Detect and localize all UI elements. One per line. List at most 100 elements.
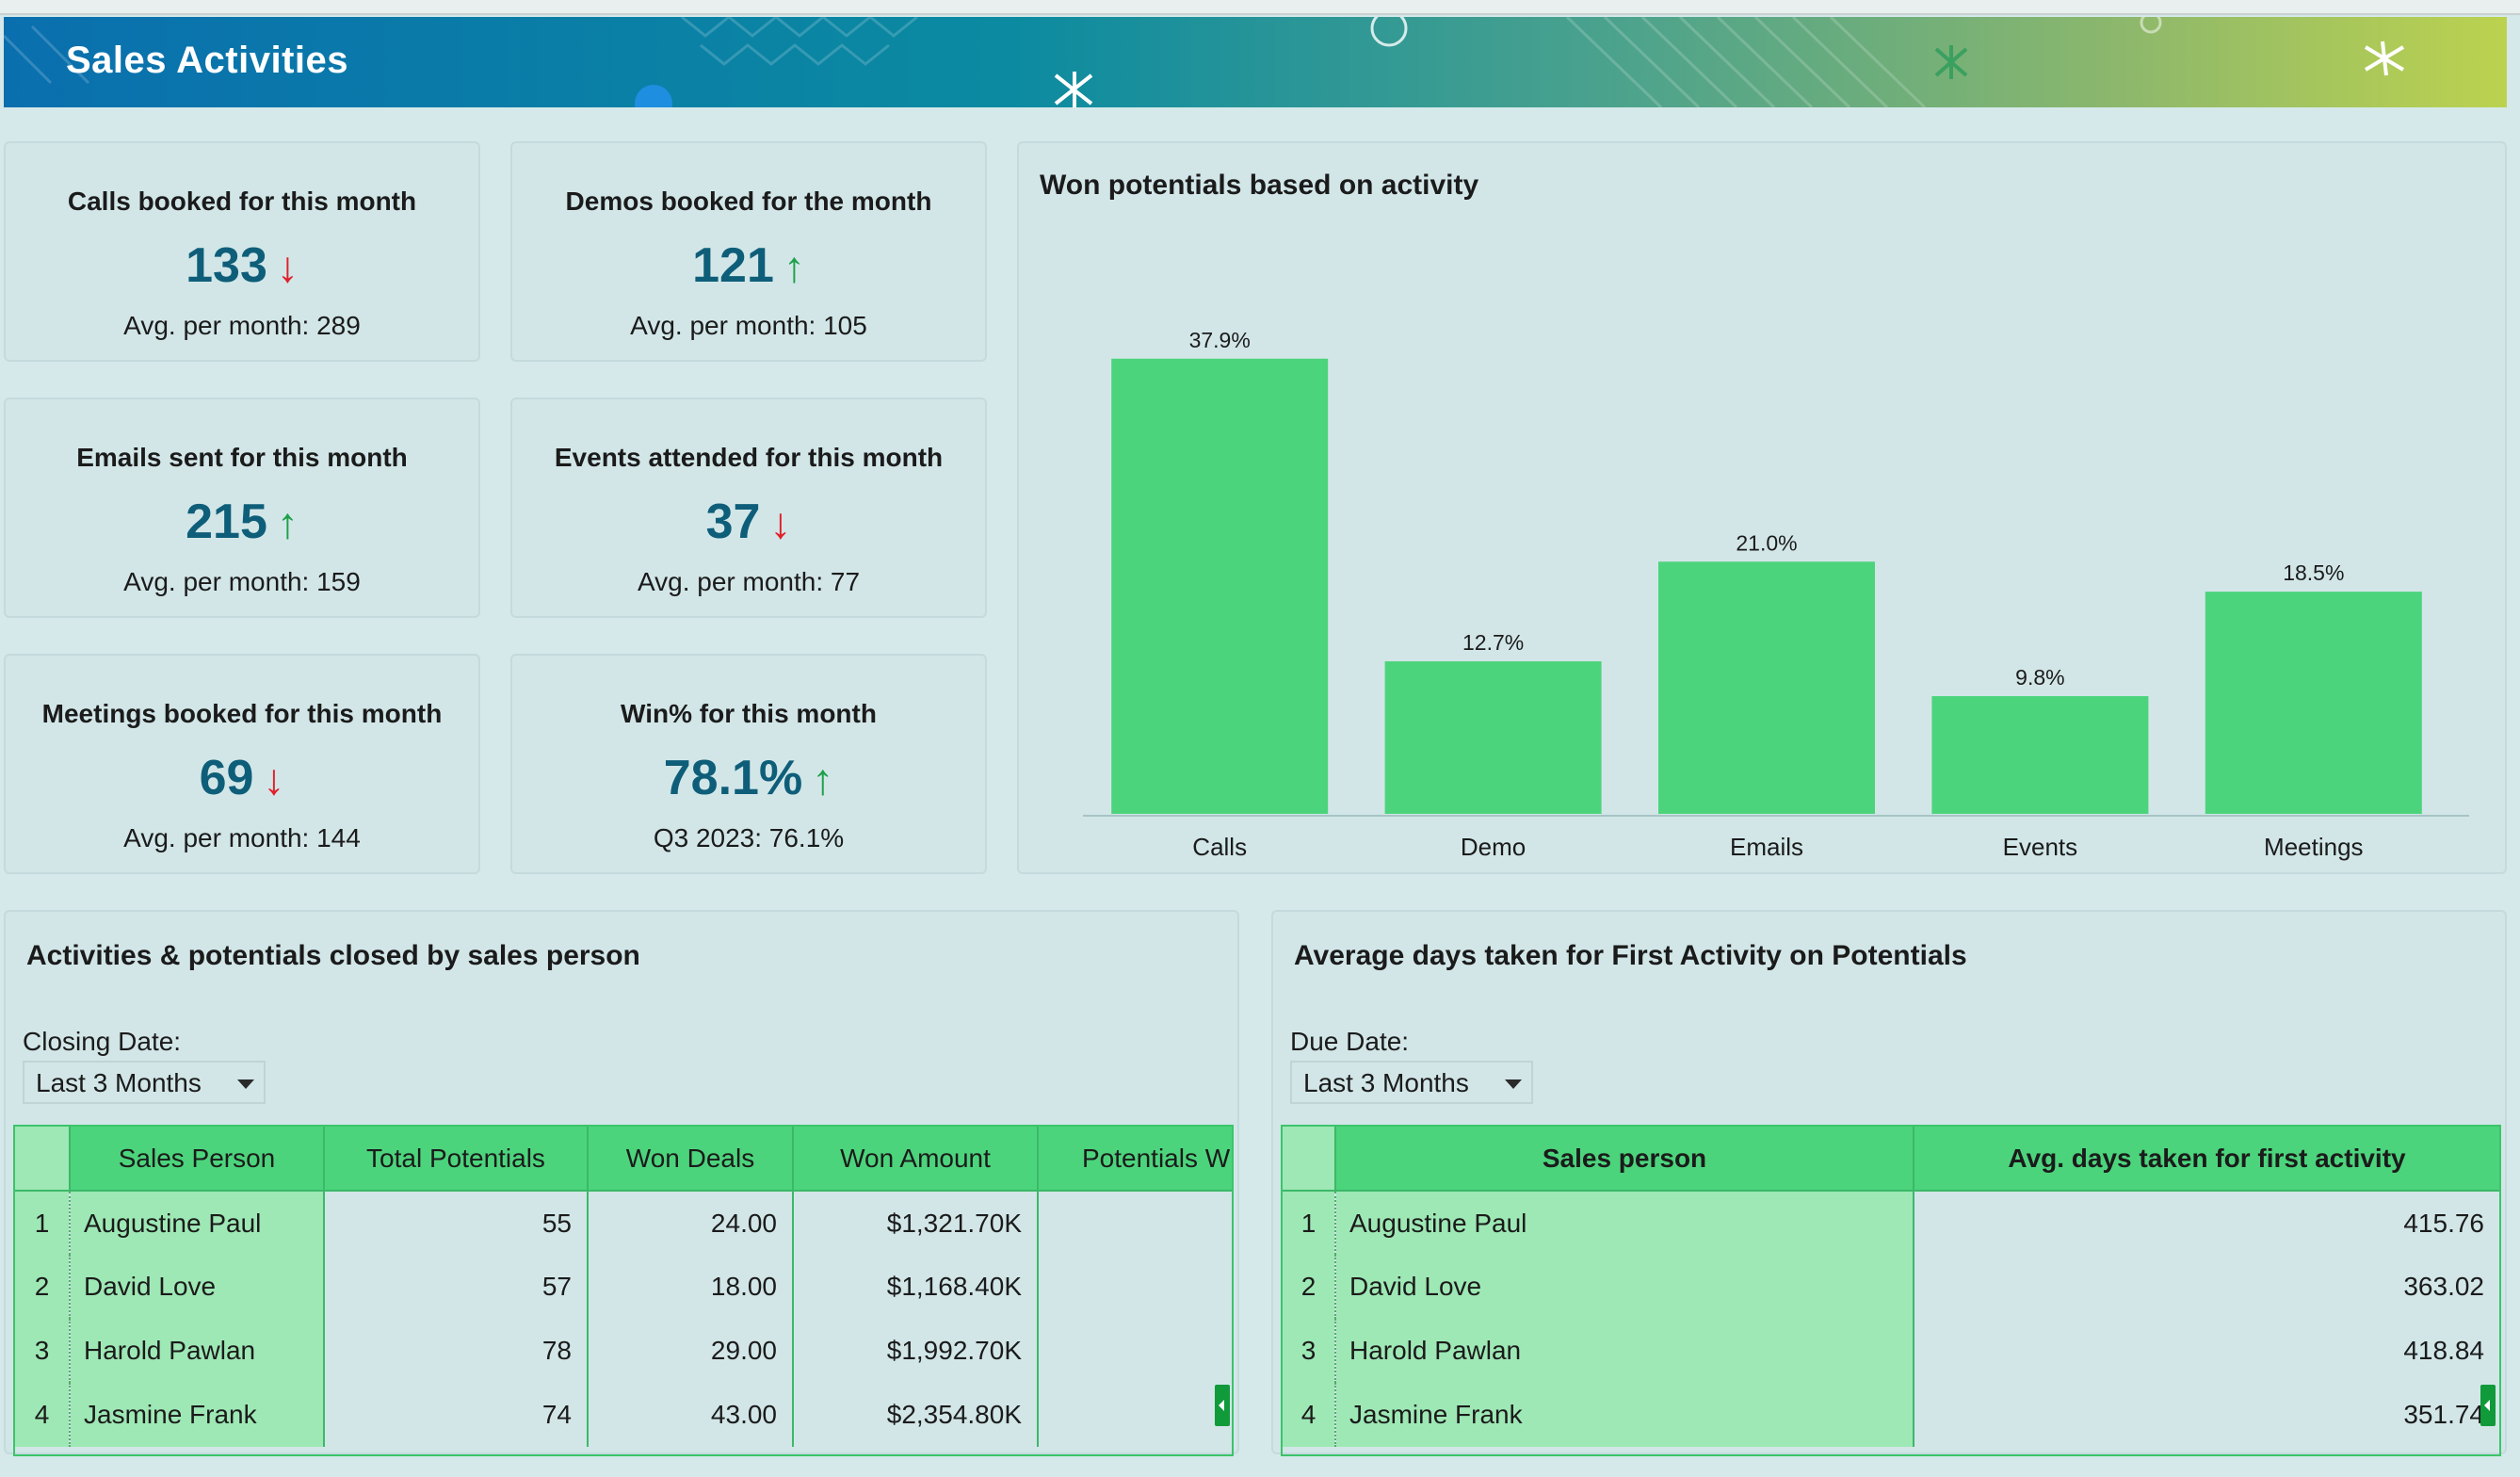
- kpi-value-row: 133 ↓: [6, 237, 478, 294]
- kpi-value: 133: [186, 238, 267, 293]
- row-number: 2: [15, 1255, 71, 1319]
- won-deals-cell: 29.00: [588, 1319, 794, 1383]
- kpi-value-row: 215 ↑: [6, 494, 478, 550]
- kpi-title: Calls booked for this month: [67, 187, 417, 216]
- avg-days-cell: 351.74: [2403, 1400, 2484, 1429]
- closing-date-value: Last 3 Months: [36, 1068, 202, 1097]
- won-deals-cell: 18.00: [588, 1255, 794, 1319]
- kpi-value-row: 78.1% ↑: [512, 750, 985, 806]
- closing-date-select[interactable]: Last 3 Months: [23, 1061, 266, 1104]
- activities-table: Sales Person Total Potentials Won Deals …: [13, 1125, 1234, 1456]
- due-date-value: Last 3 Months: [1303, 1068, 1469, 1097]
- kpi-value: 37: [705, 495, 761, 549]
- column-header-potentials-with[interactable]: Potentials With: [1038, 1127, 1232, 1192]
- row-number: 4: [1283, 1383, 1336, 1447]
- first-activity-table: Sales person Avg. days taken for first a…: [1281, 1125, 2501, 1456]
- row-number: 3: [1283, 1319, 1336, 1383]
- bar-emails[interactable]: [1658, 561, 1875, 814]
- arrow-down-icon: ↓: [276, 242, 299, 291]
- column-header-avg-days[interactable]: Avg. days taken for first activity: [1914, 1127, 2499, 1192]
- table-row[interactable]: 2 David Love 363.02: [1283, 1255, 2499, 1319]
- sales-person-cell: Jasmine Frank: [70, 1383, 325, 1447]
- kpi-value-row: 121 ↑: [512, 237, 985, 294]
- sales-person-cell: Augustine Paul: [70, 1191, 325, 1255]
- kpi-value: 215: [186, 495, 267, 549]
- avg-days-cell: 418.84: [2403, 1336, 2484, 1365]
- data-label: 21.0%: [1736, 530, 1797, 555]
- data-label: 12.7%: [1462, 630, 1524, 655]
- kpi-title: Win% for this month: [621, 699, 877, 728]
- sales-person-cell: David Love: [70, 1255, 325, 1319]
- kpi-value: 121: [692, 238, 774, 293]
- won-amount-cell: $1,168.40K: [793, 1255, 1039, 1319]
- column-header-sales-person[interactable]: Sales Person: [70, 1127, 325, 1192]
- kpi-card-demos[interactable]: Demos booked for the month 121 ↑ Avg. per…: [510, 141, 987, 362]
- won-amount-cell: $2,354.80K: [793, 1383, 1039, 1447]
- data-label: 18.5%: [2283, 560, 2344, 585]
- arrow-up-icon: ↑: [276, 498, 299, 547]
- row-number: 1: [1283, 1191, 1336, 1255]
- won-deals-cell: 24.00: [588, 1191, 794, 1255]
- kpi-card-events[interactable]: Events attended for this month 37 ↓ Avg. …: [510, 398, 987, 618]
- kpi-card-win-rate[interactable]: Win% for this month 78.1% ↑ Q3 2023: 76.1…: [510, 654, 987, 874]
- activities-table-title: Activities & potentials closed by sales …: [26, 940, 640, 971]
- data-label: 37.9%: [1189, 328, 1251, 352]
- table-row[interactable]: 2 David Love 57 18.00 $1,168.40K: [15, 1255, 1232, 1319]
- column-header-sales-person[interactable]: Sales person: [1335, 1127, 1914, 1192]
- kpi-average: Avg. per month: 289: [123, 311, 361, 340]
- table-row[interactable]: 3 Harold Pawlan 78 29.00 $1,992.70K: [15, 1319, 1232, 1383]
- total-potentials-cell: 55: [324, 1191, 589, 1255]
- table-row[interactable]: 1 Augustine Paul 55 24.00 $1,321.70K: [15, 1191, 1232, 1255]
- table-header-row: Sales person Avg. days taken for first a…: [1283, 1127, 2499, 1192]
- data-label: 9.8%: [2015, 665, 2064, 690]
- kpi-title: Emails sent for this month: [76, 443, 408, 472]
- won-deals-cell: 43.00: [588, 1383, 794, 1447]
- column-header-won-amount[interactable]: Won Amount: [793, 1127, 1039, 1192]
- column-header-total-potentials[interactable]: Total Potentials: [324, 1127, 589, 1192]
- sales-person-cell: Harold Pawlan: [70, 1319, 325, 1383]
- column-header-won-deals[interactable]: Won Deals: [588, 1127, 794, 1192]
- row-number-header: [1283, 1127, 1336, 1192]
- bar-demo[interactable]: [1384, 661, 1602, 814]
- bar-meetings[interactable]: [2205, 592, 2422, 814]
- sales-person-cell: Augustine Paul: [1335, 1191, 1914, 1255]
- kpi-card-calls[interactable]: Calls booked for this month 133 ↓ Avg. pe…: [4, 141, 480, 362]
- won-amount-cell: $1,321.70K: [793, 1191, 1039, 1255]
- kpi-value: 69: [199, 751, 254, 805]
- horizontal-scroll-handle[interactable]: [2480, 1385, 2496, 1426]
- due-date-select[interactable]: Last 3 Months: [1290, 1061, 1533, 1104]
- bar-calls[interactable]: [1111, 358, 1329, 814]
- table-row[interactable]: 4 Jasmine Frank 351.74: [1283, 1383, 2499, 1447]
- row-number: 2: [1283, 1255, 1336, 1319]
- kpi-card-emails[interactable]: Emails sent for this month 215 ↑ Avg. per…: [4, 398, 480, 618]
- table-header-row: Sales Person Total Potentials Won Deals …: [15, 1127, 1232, 1192]
- kpi-card-meetings[interactable]: Meetings booked for this month 69 ↓ Avg. …: [4, 654, 480, 874]
- horizontal-scroll-handle[interactable]: [1215, 1385, 1230, 1426]
- window-top-edge: [0, 0, 2520, 15]
- dashboard-banner: Sales Activities: [4, 17, 2507, 107]
- sales-person-cell: Harold Pawlan: [1335, 1319, 1914, 1383]
- row-number: 3: [15, 1319, 71, 1383]
- kpi-average: Avg. per month: 105: [630, 311, 867, 340]
- due-date-label: Due Date:: [1290, 1027, 1410, 1056]
- first-activity-table-title: Average days taken for First Activity on…: [1294, 940, 1967, 971]
- kpi-value-row: 69 ↓: [6, 750, 478, 806]
- arrow-down-icon: ↓: [769, 498, 792, 547]
- table-row[interactable]: 1 Augustine Paul 415.76: [1283, 1191, 2499, 1255]
- total-potentials-cell: 78: [324, 1319, 589, 1383]
- x-tick-label: Meetings: [2264, 833, 2364, 861]
- bar-events[interactable]: [1931, 696, 2149, 814]
- first-activity-table-panel: Average days taken for First Activity on…: [1271, 910, 2507, 1456]
- table-row[interactable]: 3 Harold Pawlan 418.84: [1283, 1319, 2499, 1383]
- potentials-with-cell: [1038, 1255, 1232, 1319]
- arrow-down-icon: ↓: [263, 755, 285, 803]
- x-tick-label: Calls: [1192, 833, 1247, 861]
- closing-date-label: Closing Date:: [23, 1027, 182, 1056]
- x-tick-label: Emails: [1730, 833, 1803, 861]
- row-number: 1: [15, 1191, 71, 1255]
- potentials-with-cell: [1038, 1319, 1232, 1383]
- table-row[interactable]: 4 Jasmine Frank 74 43.00 $2,354.80K: [15, 1383, 1232, 1447]
- arrow-up-icon: ↑: [783, 242, 805, 291]
- kpi-comparison: Q3 2023: 76.1%: [653, 823, 845, 852]
- kpi-average: Avg. per month: 77: [637, 567, 861, 596]
